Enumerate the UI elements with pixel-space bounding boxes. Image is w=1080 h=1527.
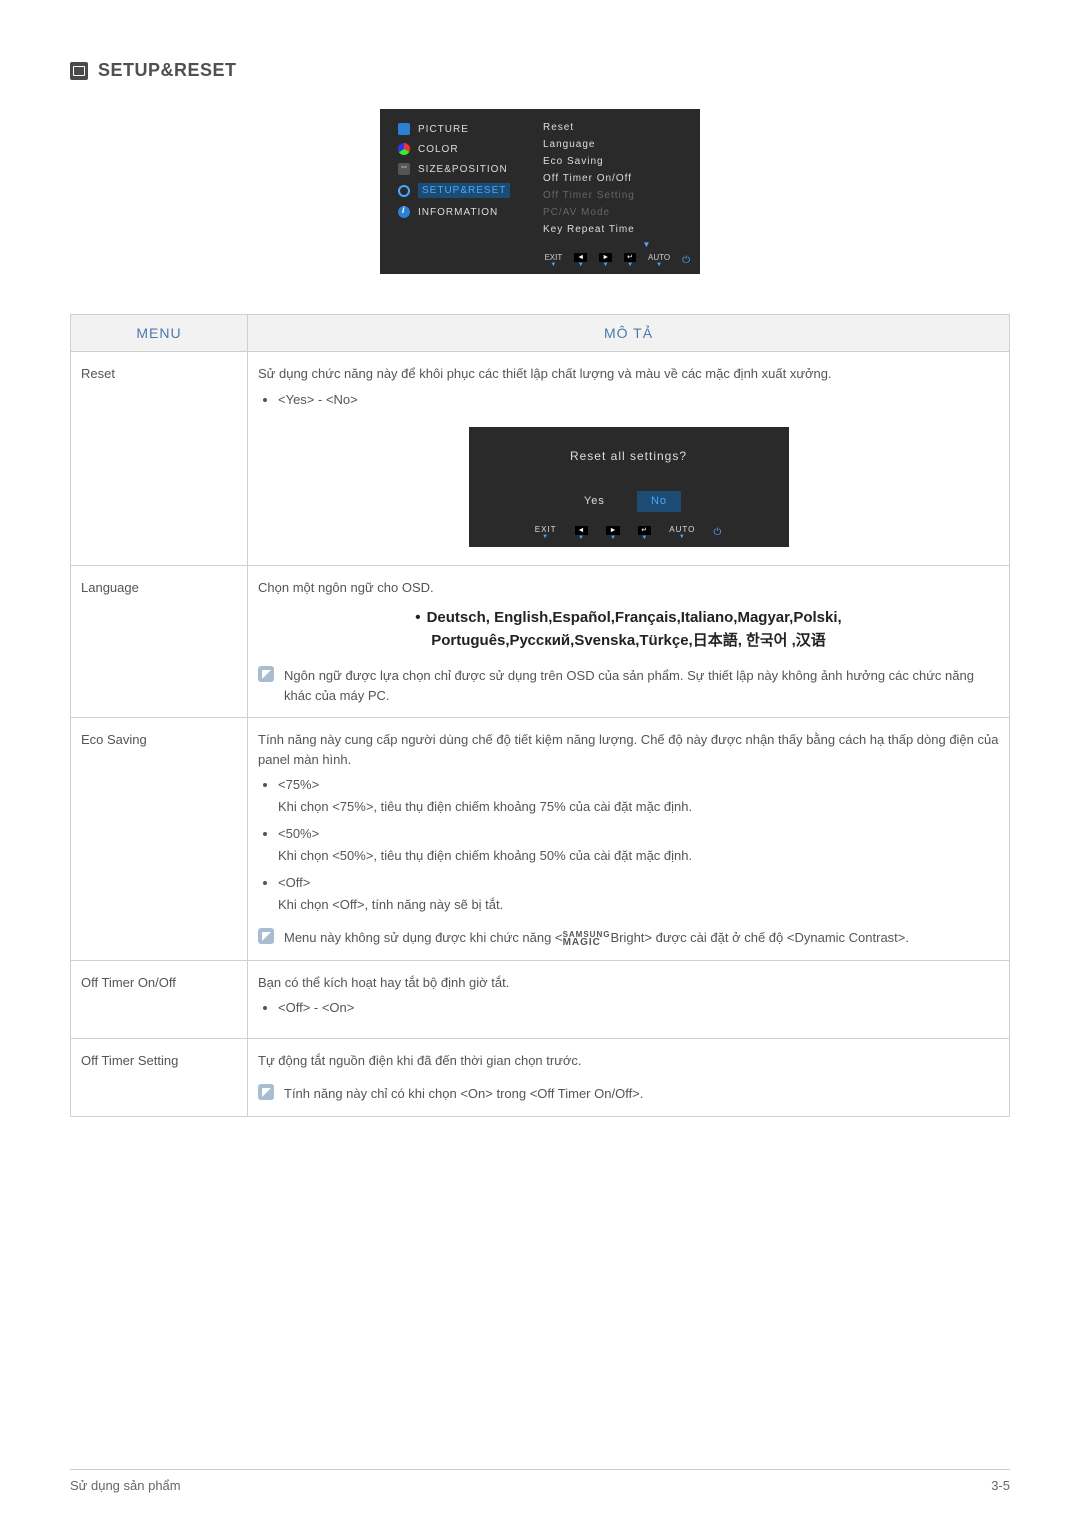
setup-reset-icon: [70, 62, 88, 80]
settings-table: MENU MÔ TẢ Reset Sử dụng chức năng này đ…: [70, 314, 1010, 1117]
eco-note: Menu này không sử dụng được khi chức năn…: [284, 928, 999, 948]
osd-auto-label: AUTO: [648, 254, 670, 262]
picture-icon: [398, 123, 410, 135]
osd-right-reset: Reset: [543, 119, 700, 136]
dlg-auto: AUTO: [669, 526, 695, 534]
eco-name: Eco Saving: [71, 718, 248, 961]
osd-right-eco: Eco Saving: [543, 153, 700, 170]
language-name: Language: [71, 565, 248, 718]
osd-right-timer: Off Timer On/Off: [543, 170, 700, 187]
osd-left-size: SIZE&POSITION: [418, 164, 508, 175]
language-note: Ngôn ngữ được lựa chọn chỉ được sử dụng …: [284, 666, 999, 705]
color-icon: [398, 143, 410, 155]
osd-more-icon: ▼: [543, 238, 700, 249]
dlg-enter-icon: ↵: [638, 526, 651, 535]
row-reset: Reset Sử dụng chức năng này để khôi phục…: [71, 352, 1010, 566]
language-line2: Português,Русский,Svenska,Türkçe,日本語, 한국…: [431, 632, 826, 649]
reset-name: Reset: [71, 352, 248, 566]
osd-left-btn-icon: ◄: [574, 253, 587, 262]
note-icon: [258, 1084, 274, 1100]
row-off-timer: Off Timer On/Off Bạn có thể kích hoạt ha…: [71, 960, 1010, 1038]
section-title: SETUP&RESET: [98, 60, 237, 81]
row-eco: Eco Saving Tính năng này cung cấp người …: [71, 718, 1010, 961]
eco-o2-desc: Khi chọn <50%>, tiêu thụ điện chiếm khoả…: [278, 846, 999, 866]
eco-o3-desc: Khi chọn <Off>, tính năng này sẽ bị tắt.: [278, 895, 999, 915]
eco-desc: Tính năng này cung cấp người dùng chế độ…: [258, 730, 999, 769]
dlg-exit: EXIT: [535, 526, 557, 534]
eco-o3: <Off>: [278, 875, 310, 890]
reset-desc: Sử dụng chức năng này để khôi phục các t…: [258, 364, 999, 384]
timer-set-name: Off Timer Setting: [71, 1038, 248, 1116]
note-icon: [258, 666, 274, 682]
timer-name: Off Timer On/Off: [71, 960, 248, 1038]
note-icon: [258, 928, 274, 944]
osd-exit-label: EXIT: [544, 254, 562, 262]
size-position-icon: [398, 163, 410, 175]
osd-footer: EXIT▼ ◄▼ ►▼ ↵▼ AUTO▼ ⏻: [380, 249, 700, 270]
osd-left-info: INFORMATION: [418, 207, 498, 218]
language-line1: Deutsch, English,Español,Français,Italia…: [427, 609, 842, 626]
osd-right-pcav: PC/AV Mode: [543, 204, 700, 221]
reset-yes: Yes: [576, 491, 613, 512]
eco-o1-desc: Khi chọn <75%>, tiêu thụ điện chiếm khoả…: [278, 797, 999, 817]
osd-enter-btn-icon: ↵: [624, 253, 636, 262]
osd-right-btn-icon: ►: [599, 253, 612, 262]
language-list: •Deutsch, English,Español,Français,Itali…: [258, 607, 999, 652]
reset-dialog-screenshot: Reset all settings? Yes No EXIT▼ ◄▼ ►▼ ↵…: [258, 427, 999, 547]
reset-question: Reset all settings?: [479, 447, 779, 465]
dlg-left-icon: ◄: [575, 526, 589, 535]
reset-options: <Yes> - <No>: [278, 390, 999, 410]
footer-left: Sử dụng sản phẩm: [70, 1478, 181, 1493]
osd-right-timer-setting: Off Timer Setting: [543, 187, 700, 204]
footer-page-number: 3-5: [991, 1478, 1010, 1493]
osd-screenshot: PICTURE COLOR SIZE&POSITION SETUP&RESET …: [70, 109, 1010, 274]
dlg-right-icon: ►: [606, 526, 620, 535]
row-language: Language Chọn một ngôn ngữ cho OSD. •Deu…: [71, 565, 1010, 718]
osd-left-picture: PICTURE: [418, 124, 469, 135]
timer-desc: Bạn có thể kích hoạt hay tắt bộ định giờ…: [258, 973, 999, 993]
eco-o1: <75%>: [278, 777, 319, 792]
language-desc: Chọn một ngôn ngữ cho OSD.: [258, 578, 999, 598]
setup-icon: [398, 185, 410, 197]
osd-right-key: Key Repeat Time: [543, 221, 700, 238]
timer-set-desc: Tự động tắt nguồn điện khi đã đến thời g…: [258, 1051, 999, 1071]
section-heading: SETUP&RESET: [70, 60, 1010, 81]
dlg-power-icon: ⏻: [713, 528, 722, 538]
samsung-magic-logo: SAMSUNGMAGIC: [563, 931, 611, 947]
row-off-timer-setting: Off Timer Setting Tự động tắt nguồn điện…: [71, 1038, 1010, 1116]
information-icon: [398, 206, 410, 218]
osd-left-color: COLOR: [418, 144, 459, 155]
timer-set-note: Tính năng này chỉ có khi chọn <On> trong…: [284, 1084, 999, 1104]
page-footer: Sử dụng sản phẩm 3-5: [70, 1469, 1010, 1493]
reset-no: No: [637, 491, 681, 512]
osd-power-icon: ⏻: [682, 256, 690, 266]
timer-options: <Off> - <On>: [278, 998, 999, 1018]
osd-right-language: Language: [543, 136, 700, 153]
eco-o2: <50%>: [278, 826, 319, 841]
th-desc: MÔ TẢ: [248, 315, 1010, 352]
th-menu: MENU: [71, 315, 248, 352]
osd-left-setup: SETUP&RESET: [418, 183, 510, 198]
